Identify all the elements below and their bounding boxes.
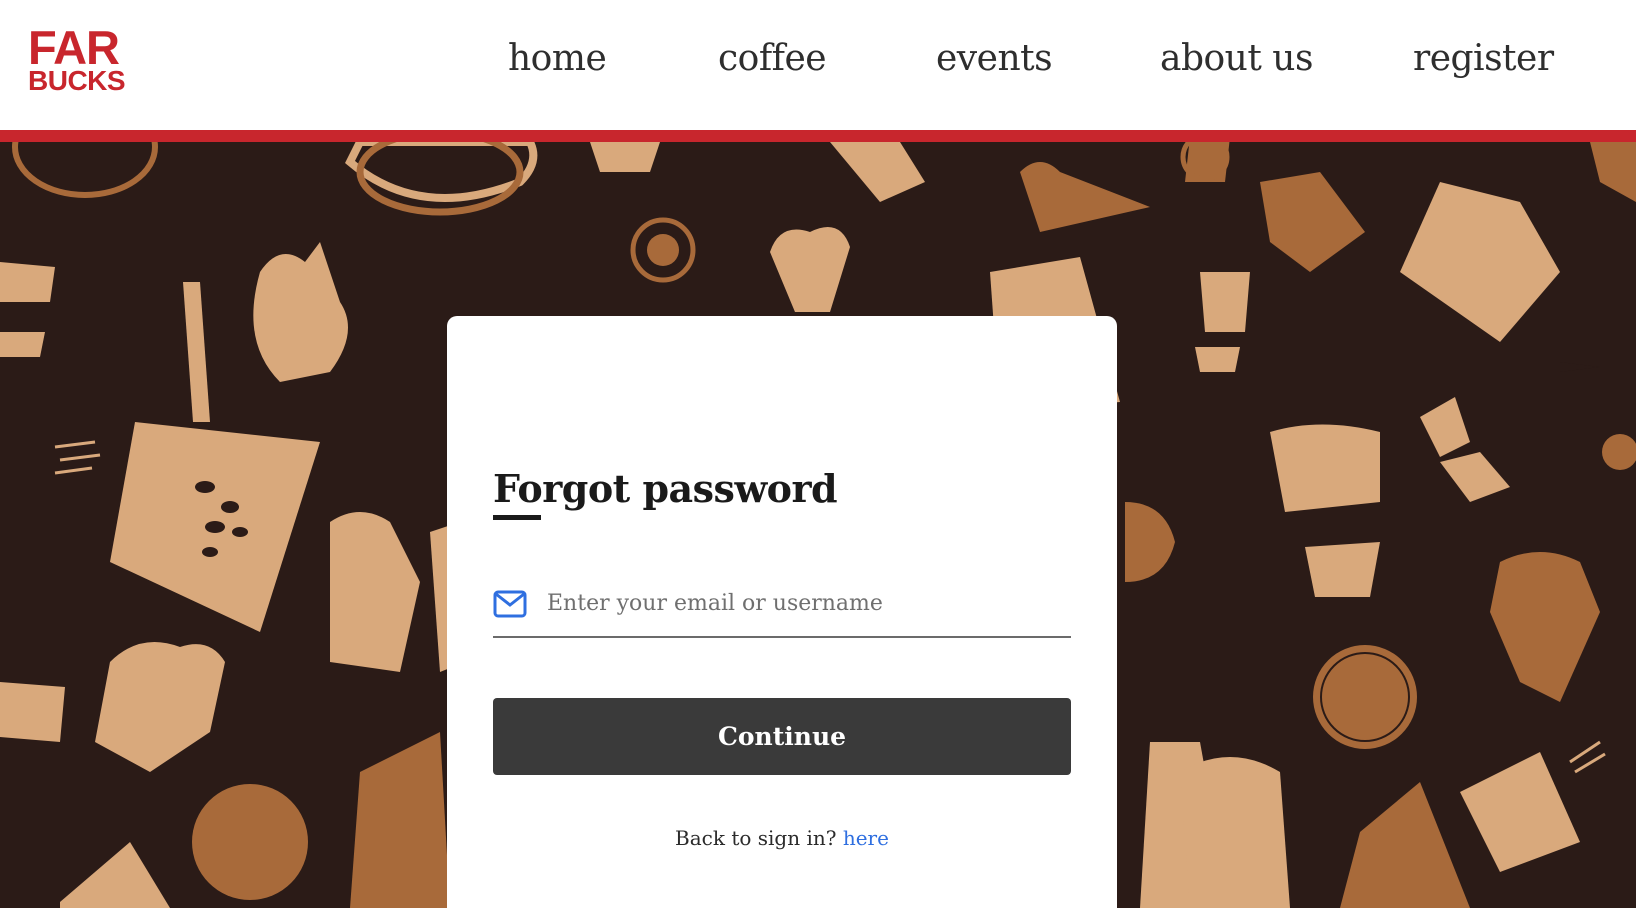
nav-register-link[interactable]: register	[1413, 38, 1554, 79]
forgot-password-card: Forgot password Continue Back to sign in…	[447, 316, 1117, 908]
site-header: FAR BUCKS home coffee events about us re…	[0, 0, 1636, 130]
nav-about-us-link[interactable]: about us	[1160, 38, 1313, 79]
sign-in-here-link[interactable]: here	[843, 826, 889, 850]
nav-events-link[interactable]: events	[936, 38, 1053, 79]
email-field[interactable]	[493, 572, 1071, 638]
main-nav: home coffee events about us register	[0, 38, 1636, 88]
title-underline	[493, 515, 541, 520]
nav-home-link[interactable]: home	[508, 38, 607, 79]
email-input[interactable]	[547, 582, 1067, 624]
envelope-icon	[493, 590, 527, 618]
page-title: Forgot password	[493, 466, 838, 511]
header-accent-bar	[0, 130, 1636, 142]
back-to-sign-in-text: Back to sign in?	[675, 826, 837, 850]
nav-coffee-link[interactable]: coffee	[718, 38, 827, 79]
back-to-sign-in: Back to sign in? here	[447, 826, 1117, 850]
continue-button[interactable]: Continue	[493, 698, 1071, 775]
